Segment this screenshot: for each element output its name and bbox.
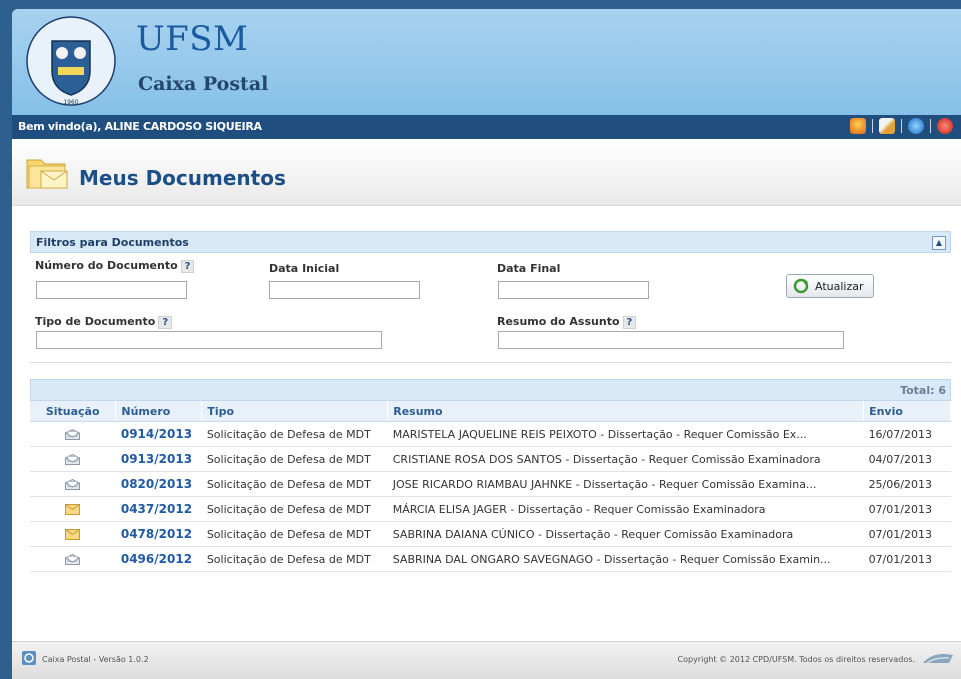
resumo-label: Resumo do Assunto? <box>497 315 637 329</box>
filter-panel-title: Filtros para Documentos <box>36 236 189 249</box>
seal-year: 1960 <box>63 99 78 106</box>
envelope-open-icon <box>65 454 81 465</box>
refresh-icon <box>793 278 809 294</box>
doc-date: 07/01/2013 <box>863 521 951 547</box>
doc-type: Solicitação de Defesa de MDT <box>201 546 388 572</box>
data-inicial-input[interactable] <box>269 281 420 299</box>
doc-date: 07/01/2013 <box>863 546 951 572</box>
doc-date: 25/06/2013 <box>863 471 951 497</box>
divider <box>30 362 951 363</box>
divider <box>872 119 873 133</box>
page-title: Meus Documentos <box>79 166 286 190</box>
doc-summary: SABRINA DAIANA CÚNICO - Dissertação - Re… <box>387 521 864 547</box>
status-cell <box>30 546 116 572</box>
help-icon[interactable] <box>908 118 924 134</box>
status-cell <box>30 521 116 547</box>
tipo-label: Tipo de Documento? <box>35 315 173 329</box>
doc-number-link[interactable]: 0437/2012 <box>115 496 202 522</box>
doc-summary: MÁRCIA ELISA JAGER - Dissertação - Reque… <box>387 496 864 522</box>
envelope-open-icon <box>65 479 81 490</box>
documents-table: Situação Número Tipo Resumo Envio 0914/2… <box>30 401 951 572</box>
divider <box>901 119 902 133</box>
tipo-help-icon[interactable]: ? <box>158 316 173 329</box>
tipo-input[interactable] <box>36 331 382 349</box>
doc-type: Solicitação de Defesa de MDT <box>201 446 388 472</box>
table-header-row: Situação Número Tipo Resumo Envio <box>30 401 951 422</box>
app-subtitle: Caixa Postal <box>138 73 269 95</box>
folder-mail-icon <box>26 159 68 189</box>
cpd-logo <box>923 654 953 664</box>
numero-help-icon[interactable]: ? <box>180 260 195 273</box>
collapse-icon[interactable]: ▲ <box>932 236 946 250</box>
resumo-help-icon[interactable]: ? <box>622 316 637 329</box>
envelope-open-icon <box>65 554 81 565</box>
total-count: Total: 6 <box>900 384 946 397</box>
resumo-input[interactable] <box>498 331 844 349</box>
envelope-open-icon <box>65 429 81 440</box>
grid-total-bar: Total: 6 <box>30 379 951 401</box>
page-title-bar: Meus Documentos <box>12 139 961 206</box>
status-cell <box>30 496 116 522</box>
doc-type: Solicitação de Defesa de MDT <box>201 471 388 497</box>
col-envio[interactable]: Envio <box>863 401 951 422</box>
doc-number-link[interactable]: 0820/2013 <box>115 471 202 497</box>
doc-type: Solicitação de Defesa de MDT <box>201 421 388 447</box>
col-situacao[interactable]: Situação <box>30 401 117 422</box>
doc-date: 04/07/2013 <box>863 446 951 472</box>
table-row[interactable]: 0820/2013 Solicitação de Defesa de MDT JOS… <box>30 471 951 497</box>
doc-date: 16/07/2013 <box>863 421 951 447</box>
doc-number-link[interactable]: 0496/2012 <box>115 546 202 572</box>
doc-number-link[interactable]: 0478/2012 <box>115 521 202 547</box>
table-row[interactable]: 0913/2013 Solicitação de Defesa de MDT CRI… <box>30 446 951 472</box>
col-tipo[interactable]: Tipo <box>201 401 389 422</box>
header: 1960 UFSM Caixa Postal <box>12 9 961 115</box>
app-window: 1960 UFSM Caixa Postal Bem vindo(a), ALI… <box>12 9 961 679</box>
col-numero[interactable]: Número <box>115 401 203 422</box>
doc-number-link[interactable]: 0913/2013 <box>115 446 202 472</box>
divider <box>930 119 931 133</box>
toolbar-icons <box>850 118 953 134</box>
table-row[interactable]: 0478/2012 Solicitação de Defesa de MDT SAB… <box>30 521 951 547</box>
data-final-label: Data Final <box>497 262 561 275</box>
footer: Caixa Postal - Versão 1.0.2 Copyright © … <box>12 641 961 679</box>
version-text: Caixa Postal - Versão 1.0.2 <box>42 655 149 664</box>
doc-summary: SABRINA DAL ONGARO SAVEGNAGO - Dissertaç… <box>387 546 864 572</box>
doc-summary: JOSE RICARDO RIAMBAU JAHNKE - Dissertaçã… <box>387 471 864 497</box>
table-row[interactable]: 0496/2012 Solicitação de Defesa de MDT SAB… <box>30 546 951 572</box>
doc-number-link[interactable]: 0914/2013 <box>115 421 202 447</box>
resumo-label-text: Resumo do Assunto <box>497 315 620 328</box>
tools-icon[interactable] <box>879 118 895 134</box>
status-cell <box>30 471 116 497</box>
status-cell <box>30 421 116 447</box>
envelope-closed-icon <box>65 504 81 515</box>
tipo-label-text: Tipo de Documento <box>35 315 156 328</box>
app-logo-icon <box>22 651 36 665</box>
welcome-text: Bem vindo(a), ALINE CARDOSO SIQUEIRA <box>18 120 262 133</box>
doc-summary: CRISTIANE ROSA DOS SANTOS - Dissertação … <box>387 446 864 472</box>
table-row[interactable]: 0914/2013 Solicitação de Defesa de MDT MAR… <box>30 421 951 447</box>
doc-type: Solicitação de Defesa de MDT <box>201 496 388 522</box>
table-row[interactable]: 0437/2012 Solicitação de Defesa de MDT MÁR… <box>30 496 951 522</box>
doc-summary: MARISTELA JAQUELINE REIS PEIXOTO - Disse… <box>387 421 864 447</box>
status-cell <box>30 446 116 472</box>
doc-date: 07/01/2013 <box>863 496 951 522</box>
copyright-text: Copyright © 2012 CPD/UFSM. Todos os dire… <box>677 655 915 664</box>
refresh-label: Atualizar <box>815 280 864 293</box>
data-final-input[interactable] <box>498 281 649 299</box>
data-inicial-label: Data Inicial <box>269 262 340 275</box>
numero-input[interactable] <box>36 281 187 299</box>
numero-label-text: Número do Documento <box>35 259 178 272</box>
envelope-closed-icon <box>65 529 81 540</box>
filter-panel-header: Filtros para Documentos ▲ <box>30 231 951 253</box>
numero-label: Número do Documento? <box>35 259 195 273</box>
ufsm-seal-logo: 1960 <box>26 16 116 106</box>
home-icon[interactable] <box>850 118 866 134</box>
app-title: UFSM <box>136 19 249 59</box>
power-icon[interactable] <box>937 118 953 134</box>
col-resumo[interactable]: Resumo <box>387 401 865 422</box>
doc-type: Solicitação de Defesa de MDT <box>201 521 388 547</box>
user-bar: Bem vindo(a), ALINE CARDOSO SIQUEIRA <box>12 115 961 139</box>
refresh-button[interactable]: Atualizar <box>786 274 874 298</box>
